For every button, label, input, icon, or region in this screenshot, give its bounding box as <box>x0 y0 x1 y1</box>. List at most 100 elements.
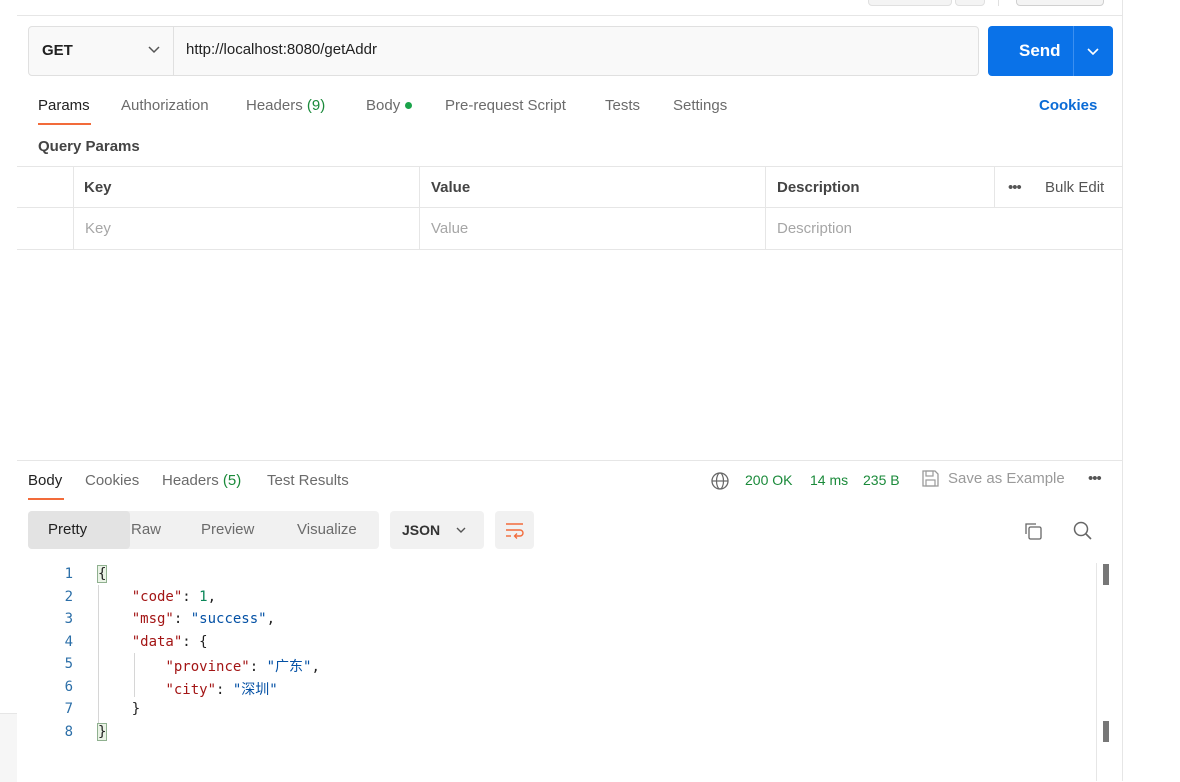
url-input[interactable]: http://localhost:8080/getAddr <box>186 41 377 58</box>
top-toolbar-button[interactable] <box>868 0 952 6</box>
column-header-key: Key <box>84 179 112 196</box>
line-number: 3 <box>64 611 73 627</box>
scroll-marker <box>1103 564 1109 585</box>
top-toolbar-button[interactable] <box>955 0 985 6</box>
json-key: "code" <box>131 589 183 605</box>
response-tab-test-results[interactable]: Test Results <box>267 472 349 489</box>
tab-settings[interactable]: Settings <box>673 97 727 114</box>
save-as-example-button[interactable]: Save as Example <box>948 470 1065 487</box>
scroll-marker <box>1103 721 1109 742</box>
active-tab-indicator <box>28 498 64 500</box>
query-params-table: Key Value Description ••• Bulk Edit Key … <box>17 166 1122 250</box>
tab-pre-request-script[interactable]: Pre-request Script <box>445 97 566 114</box>
query-params-title: Query Params <box>38 138 140 155</box>
column-divider <box>765 166 766 250</box>
save-icon <box>922 470 939 487</box>
response-size[interactable]: 235 B <box>863 472 900 488</box>
column-divider <box>994 166 995 208</box>
url-bar: GET http://localhost:8080/getAddr <box>28 26 979 76</box>
tab-headers-count: (9) <box>306 97 326 114</box>
line-number: 8 <box>64 724 73 740</box>
status-code[interactable]: 200 OK <box>745 472 792 488</box>
method-label: GET <box>42 42 73 59</box>
chevron-down-icon[interactable] <box>1085 43 1101 59</box>
json-value: 1 <box>199 589 208 605</box>
send-label: Send <box>1019 41 1061 60</box>
view-raw-button[interactable]: Raw <box>131 521 161 538</box>
globe-icon[interactable] <box>710 471 730 491</box>
code-line: "province": "广东", <box>165 659 320 675</box>
top-toolbar-button[interactable] <box>1016 0 1104 6</box>
response-tab-headers[interactable]: Headers (5) <box>162 472 241 489</box>
search-icon[interactable] <box>1072 520 1093 541</box>
active-tab-indicator <box>38 123 91 125</box>
wrap-lines-icon <box>506 523 524 539</box>
code-line: "code": 1, <box>131 589 217 605</box>
top-divider <box>998 0 999 6</box>
json-key: "msg" <box>131 611 174 627</box>
tab-headers[interactable]: Headers (9) <box>246 97 325 114</box>
chevron-down-icon <box>148 46 160 54</box>
response-time[interactable]: 14 ms <box>810 472 848 488</box>
tab-body-label: Body <box>366 97 401 114</box>
view-visualize-button[interactable]: Visualize <box>297 521 357 538</box>
tab-body[interactable]: Body <box>366 97 413 114</box>
code-line: } <box>96 723 108 741</box>
line-number: 1 <box>64 566 73 582</box>
format-label: JSON <box>402 522 441 538</box>
copy-icon[interactable] <box>1023 521 1043 541</box>
response-divider[interactable] <box>17 460 1122 461</box>
send-button[interactable]: Send <box>988 26 1113 76</box>
response-tab-headers-count: (5) <box>222 472 242 489</box>
more-options-icon[interactable]: ••• <box>1088 470 1102 487</box>
panel-border <box>1122 0 1123 781</box>
json-value: "深圳" <box>232 682 278 698</box>
line-number: 6 <box>64 679 73 695</box>
tab-tests[interactable]: Tests <box>605 97 640 114</box>
code-line: "city": "深圳" <box>165 682 278 698</box>
line-number: 7 <box>64 701 73 717</box>
send-divider <box>1073 26 1074 76</box>
table-row: Key Value Description <box>17 207 1122 250</box>
description-input[interactable]: Description <box>777 220 852 237</box>
json-key: "city" <box>165 682 217 698</box>
json-key: "data" <box>131 634 183 650</box>
code-line: "data": { <box>131 634 208 650</box>
line-number: 2 <box>64 589 73 605</box>
value-input[interactable]: Value <box>431 220 468 237</box>
key-input[interactable]: Key <box>85 220 111 237</box>
response-tab-cookies[interactable]: Cookies <box>85 472 139 489</box>
json-key: "province" <box>165 659 250 675</box>
view-mode-group: Pretty Raw Preview Visualize <box>28 511 379 549</box>
tab-authorization[interactable]: Authorization <box>121 97 209 114</box>
code-line: } <box>98 701 141 717</box>
column-header-description: Description <box>777 179 860 196</box>
column-divider <box>419 166 420 250</box>
view-pretty-label[interactable]: Pretty <box>48 521 87 538</box>
line-number: 4 <box>64 634 73 650</box>
sidebar-strip <box>0 713 17 782</box>
top-divider <box>17 15 1122 16</box>
column-header-value: Value <box>431 179 471 196</box>
format-select[interactable]: JSON <box>390 511 484 549</box>
status-dot-icon <box>405 102 413 109</box>
wrap-lines-button[interactable] <box>495 511 534 549</box>
method-select[interactable]: GET <box>29 27 174 75</box>
line-number: 5 <box>64 656 73 672</box>
tab-headers-label: Headers <box>246 97 303 114</box>
response-tab-body[interactable]: Body <box>28 472 62 489</box>
more-options-icon[interactable]: ••• <box>1008 179 1022 196</box>
chevron-down-icon <box>456 527 466 533</box>
json-value: "广东" <box>266 659 312 675</box>
json-value: "success" <box>190 611 267 627</box>
tab-params[interactable]: Params <box>38 97 90 114</box>
response-tab-headers-label: Headers <box>162 472 219 489</box>
view-preview-button[interactable]: Preview <box>201 521 254 538</box>
scrollbar[interactable] <box>1096 563 1111 781</box>
code-line: "msg": "success", <box>131 611 276 627</box>
table-header-row: Key Value Description ••• Bulk Edit <box>17 166 1122 208</box>
bulk-edit-button[interactable]: Bulk Edit <box>1045 179 1104 196</box>
column-divider <box>73 166 74 250</box>
cookies-link[interactable]: Cookies <box>1039 97 1097 114</box>
code-line: { <box>96 565 108 583</box>
